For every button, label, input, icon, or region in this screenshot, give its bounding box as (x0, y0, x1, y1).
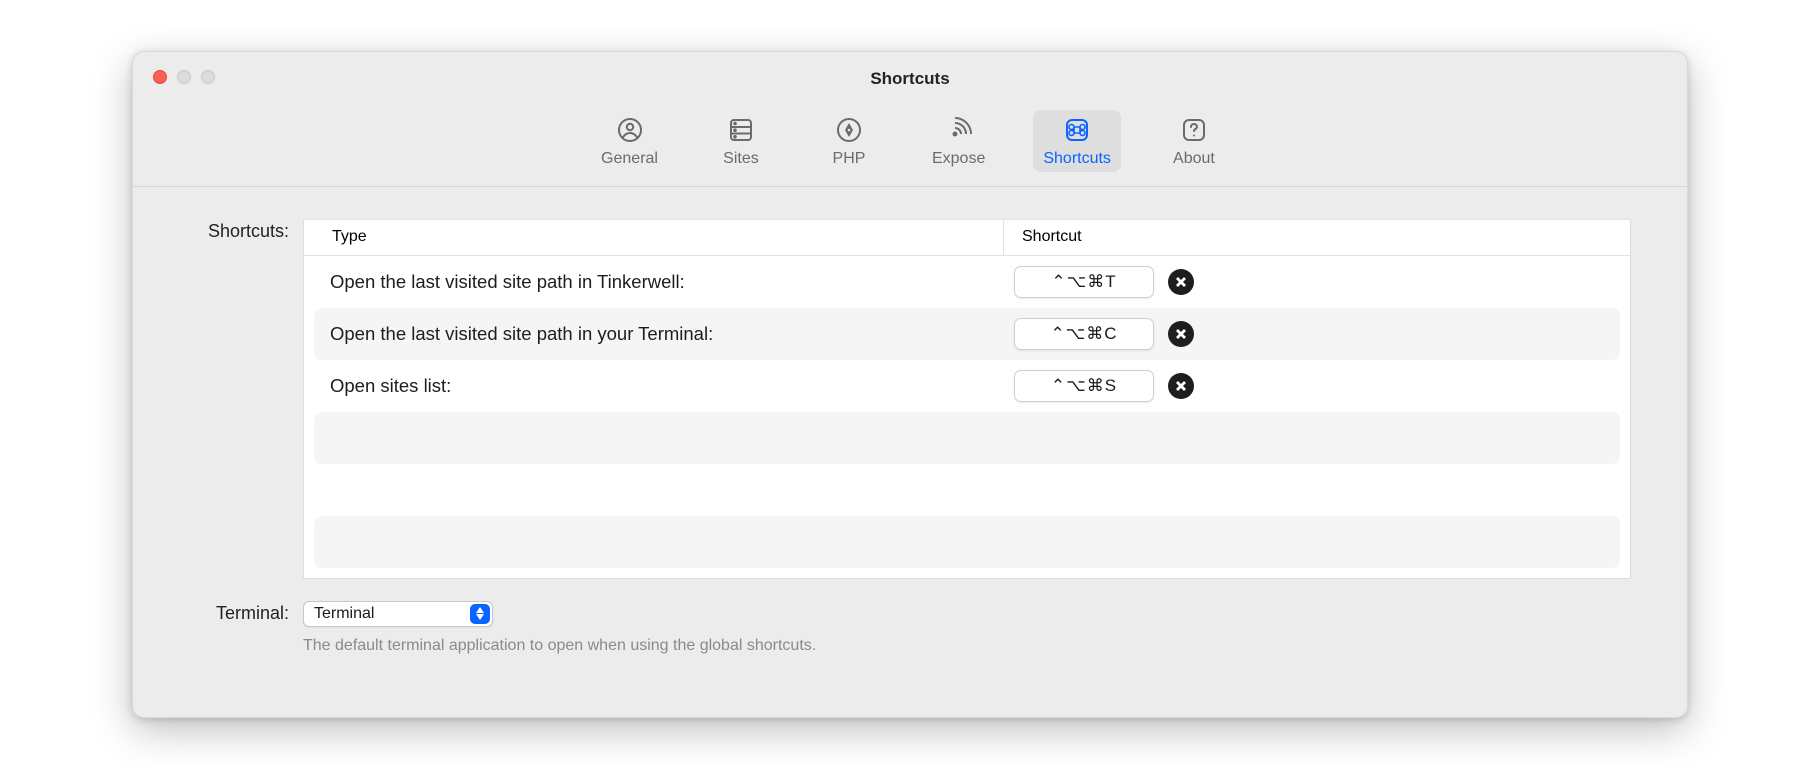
row-type-label: Open the last visited site path in your … (326, 323, 1014, 345)
tab-label: Expose (932, 150, 985, 168)
table-row[interactable]: Open the last visited site path in Tinke… (314, 256, 1620, 308)
chevrons-up-down-icon (470, 604, 490, 624)
command-icon (1063, 116, 1091, 144)
terminal-select[interactable]: Terminal (303, 601, 493, 627)
server-icon (727, 116, 755, 144)
table-row (314, 464, 1620, 516)
close-icon (1175, 276, 1187, 288)
close-window-button[interactable] (153, 70, 167, 84)
table-row[interactable]: Open sites list: ⌃⌥⌘S (314, 360, 1620, 412)
close-icon (1175, 380, 1187, 392)
terminal-hint: The default terminal application to open… (303, 637, 1631, 655)
tab-php[interactable]: PHP (814, 110, 884, 172)
clear-shortcut-button[interactable] (1168, 321, 1194, 347)
shortcuts-section-label: Shortcuts: (189, 219, 289, 579)
broadcast-icon (945, 116, 973, 144)
tab-about[interactable]: About (1159, 110, 1229, 172)
tab-label: Sites (723, 150, 759, 168)
row-type-label: Open sites list: (326, 375, 1014, 397)
content-area: Shortcuts: Type Shortcut Open the last v… (133, 187, 1687, 675)
terminal-label: Terminal: (189, 603, 289, 624)
table-headers: Type Shortcut (304, 220, 1630, 256)
titlebar: Shortcuts (133, 52, 1687, 106)
table-row[interactable]: Open the last visited site path in your … (314, 308, 1620, 360)
window-controls (153, 70, 215, 84)
header-shortcut[interactable]: Shortcut (1004, 228, 1630, 246)
tab-sites[interactable]: Sites (706, 110, 776, 172)
table-row (314, 412, 1620, 464)
clear-shortcut-button[interactable] (1168, 373, 1194, 399)
tab-general[interactable]: General (591, 110, 668, 172)
table-row (314, 516, 1620, 568)
minimize-window-button[interactable] (177, 70, 191, 84)
terminal-select-value: Terminal (314, 605, 374, 623)
tab-expose[interactable]: Expose (922, 110, 995, 172)
window-title: Shortcuts (870, 69, 949, 89)
shortcuts-table: Type Shortcut Open the last visited site… (303, 219, 1631, 579)
table-body: Open the last visited site path in Tinke… (304, 256, 1630, 578)
tab-label: About (1173, 150, 1215, 168)
question-icon (1180, 116, 1208, 144)
zoom-window-button[interactable] (201, 70, 215, 84)
shortcut-input[interactable]: ⌃⌥⌘T (1014, 266, 1154, 298)
header-type[interactable]: Type (304, 220, 1004, 255)
row-type-label: Open the last visited site path in Tinke… (326, 271, 1014, 293)
tab-shortcuts[interactable]: Shortcuts (1033, 110, 1121, 172)
preferences-window: Shortcuts General Sites PHP Expose Short… (132, 51, 1688, 718)
terminal-section: Terminal: Terminal The default terminal … (189, 601, 1631, 655)
tab-label: PHP (833, 150, 866, 168)
shortcut-input[interactable]: ⌃⌥⌘C (1014, 318, 1154, 350)
tab-label: Shortcuts (1043, 150, 1111, 168)
close-icon (1175, 328, 1187, 340)
person-circle-icon (616, 116, 644, 144)
prefs-toolbar: General Sites PHP Expose Shortcuts About (133, 106, 1687, 187)
tab-label: General (601, 150, 658, 168)
shortcut-input[interactable]: ⌃⌥⌘S (1014, 370, 1154, 402)
clear-shortcut-button[interactable] (1168, 269, 1194, 295)
compass-icon (835, 116, 863, 144)
